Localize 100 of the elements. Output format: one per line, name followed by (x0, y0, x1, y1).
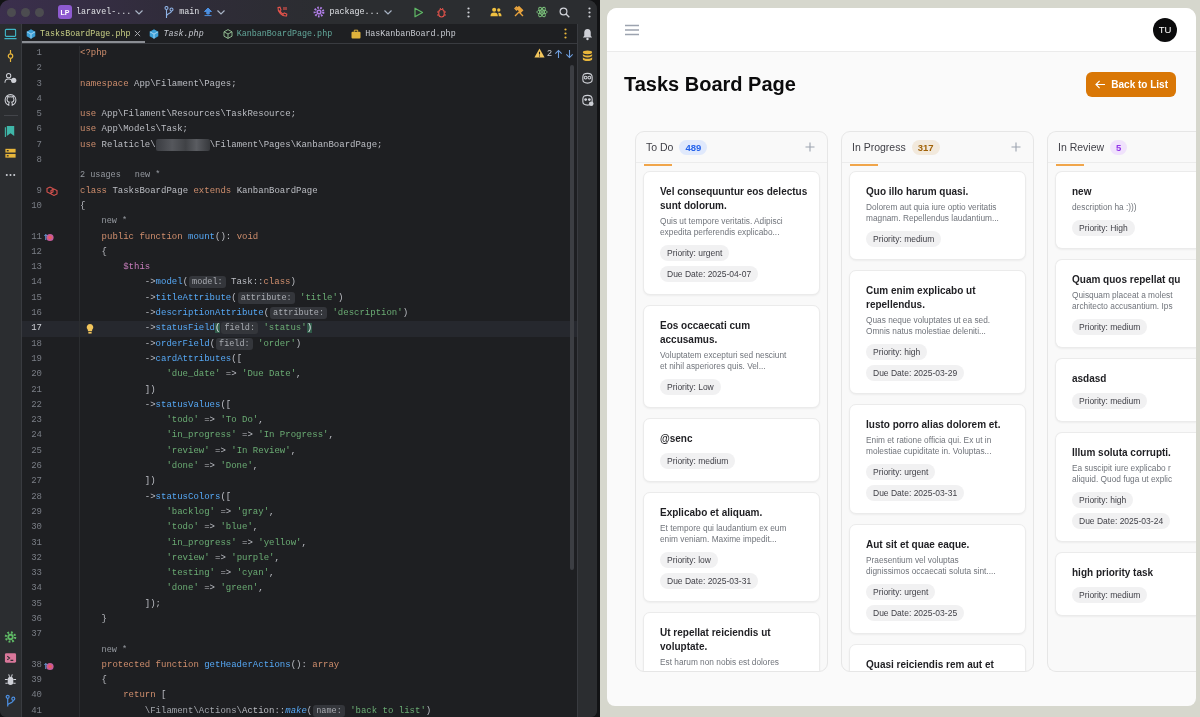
editor-tab[interactable]: KanbanBoardPage.php (218, 24, 348, 43)
caret-icon (383, 9, 392, 15)
phone-icon[interactable] (276, 6, 289, 18)
search-icon[interactable] (559, 6, 570, 18)
card-tag: Priority: medium (1072, 393, 1148, 409)
card-description: Ea suscipit iure explicabo r aliquid. Quod fuga ut explic (1072, 463, 1173, 485)
chain-icon[interactable] (46, 185, 58, 197)
editor-tab[interactable]: TasksBoardPage.php (22, 24, 146, 43)
task-card[interactable]: Quam quos repellat qu Quisquam placeat a molest architecto accusantium. Ips Priority: medium (1055, 259, 1196, 348)
database-icon[interactable] (581, 49, 594, 63)
branch-selector[interactable]: main (160, 2, 229, 22)
code-text: protected function getHeaderActions(): array (101, 658, 340, 672)
code-text: ->cardAttributes([ (144, 352, 243, 366)
more-icon[interactable] (564, 28, 567, 39)
task-card[interactable]: Illum soluta corrupti. Ea suscipit iure explicabo r aliquid. Quod fuga ut explic Priority: high Due Date: 2025-03-24 (1055, 432, 1196, 542)
gear-icon[interactable] (4, 629, 17, 644)
bookmark-icon[interactable] (4, 124, 17, 138)
card-description: Voluptatem excepturi sed nesciunt et nihil asperiores quis. Vel... (660, 350, 787, 372)
terminal-icon[interactable] (4, 651, 17, 665)
run-icon[interactable] (412, 6, 424, 18)
line-number: 18 (30, 337, 42, 351)
line-number: 38 (30, 658, 42, 672)
task-card[interactable]: Quasi reiciendis rem aut et (849, 644, 1026, 671)
line-number: 16 (30, 307, 42, 321)
editor-tab[interactable]: HasKanbanBoard.php (347, 24, 471, 43)
code-text: { (80, 199, 86, 213)
card-tag: Priority: high (1072, 492, 1134, 508)
card-tag: Due Date: 2025-03-29 (866, 365, 965, 381)
monitor-icon[interactable] (4, 27, 17, 41)
gear-icon (313, 6, 326, 18)
briefcase-icon (351, 28, 362, 39)
inlay-hint[interactable]: new * (134, 168, 161, 184)
line-number: 21 (30, 383, 42, 397)
inlay-hint[interactable]: 2 usages (80, 168, 121, 184)
line-number: 28 (30, 490, 42, 504)
task-card[interactable]: Ut repellat reiciendis ut voluptate. Est harum non nobis est dolores (643, 612, 820, 671)
editor-tab[interactable]: Task.php (145, 24, 219, 43)
column-title: In Progress (852, 141, 906, 153)
code-text: use App\Filament\Resources\TaskResource; (80, 108, 297, 122)
arrow-up-icon[interactable] (554, 49, 563, 59)
task-card[interactable]: Quo illo harum quasi. Dolorem aut quia iure optio veritatis magnam. Repellendus laudantium... Priority: medium (849, 171, 1026, 260)
task-card[interactable]: Cum enim explicabo ut repellendus. Quas neque voluptates ut ea sed. Omnis natus molestiae deleniti... Priority: high Due Date: 2025-03-29 (849, 270, 1026, 394)
task-card[interactable]: Iusto porro alias dolorem et. Enim et ratione officia qui. Ex ut in molestiae cupiditate in. Voluptas... Priority: urgent Due Date: 2025-03-31 (849, 404, 1026, 514)
caret-icon (135, 9, 144, 15)
more-icon[interactable] (588, 6, 591, 18)
task-card[interactable]: @senc Priority: medium (643, 418, 820, 482)
line-number: 34 (30, 582, 42, 596)
code-text: 'testing' => 'cyan', (166, 567, 275, 581)
line-number: 12 (30, 245, 42, 259)
line-number: 10 (30, 199, 42, 213)
line-number: 37 (30, 628, 42, 642)
task-card[interactable]: Eos occaecati cum accusamus. Voluptatem excepturi sed nesciunt et nihil asperiores quis. Vel... Priority: Low (643, 305, 820, 408)
hammer-icon[interactable] (513, 6, 525, 18)
robot-icon[interactable] (581, 71, 594, 85)
inlay-hint[interactable]: new * (101, 642, 128, 658)
more-icon[interactable] (466, 6, 470, 18)
card-description: Quas neque voluptates ut ea sed. Omnis natus molestiae deleniti... (866, 315, 991, 337)
task-card[interactable]: Vel consequuntur eos delectus sunt dolorum. Quis ut tempore veritatis. Adipisci expedita perferendis explicabo... Priority: urgent Due Date: 2025-04-07 (643, 171, 820, 295)
card-title: @senc (660, 432, 693, 446)
line-number: 8 (35, 154, 42, 168)
card-tag: Due Date: 2025-03-25 (866, 605, 965, 621)
card-description: Et tempore qui laudantium ex eum enim veniam. Maxime impedit... (660, 523, 787, 545)
inlay-hint[interactable]: new * (101, 214, 128, 230)
robot-icon[interactable] (581, 93, 594, 107)
accent-bar (644, 164, 672, 166)
line-number: 26 (30, 460, 42, 473)
list-icon[interactable] (4, 146, 17, 160)
line-number: 3 (35, 77, 42, 91)
card-description: Quisquam placeat a molest architecto accusantium. Ips (1072, 290, 1173, 312)
bug-icon[interactable] (4, 672, 17, 687)
task-card[interactable]: high priority task Priority: medium (1055, 552, 1196, 616)
avatar[interactable]: TU (1153, 17, 1177, 42)
close-icon[interactable] (134, 30, 142, 37)
card-title: Explicabo et aliquam. (660, 506, 763, 520)
code-text: <?php (80, 47, 107, 60)
line-number: 9 (35, 184, 42, 198)
code-text: ->descriptionAttribute( attribute: 'description') (144, 306, 409, 322)
task-card[interactable]: Explicabo et aliquam. Et tempore qui laudantium ex eum enim veniam. Maxime impedit... Priority: low Due Date: 2025-03-31 (643, 492, 820, 602)
cat-face-icon[interactable] (4, 93, 17, 107)
code-text: \Filament\Pages\KanbanBoardPage; (209, 138, 383, 152)
branch-icon[interactable] (4, 694, 17, 708)
card-title: high priority task (1072, 566, 1154, 580)
code-text: 'review' => 'In Review', (166, 444, 297, 458)
code-text: \Filament\Actions\Action::make( name: 'back to list') (144, 703, 432, 717)
lightbulb-icon[interactable] (85, 323, 95, 335)
task-card[interactable]: Aut sit et quae eaque. Praesentium vel voluptas dignissimos occaecati soluta sint.... Priority: urgent Due Date: 2025-03-25 (849, 524, 1026, 634)
user-icon[interactable] (4, 71, 17, 85)
task-card[interactable]: asdasd Priority: medium (1055, 358, 1196, 422)
arrow-down-icon[interactable] (565, 49, 574, 59)
warnings-button[interactable]: 2 (534, 48, 552, 58)
atom-icon[interactable] (536, 6, 548, 18)
run-configuration-selector[interactable]: package... (310, 2, 395, 22)
redacted-block (155, 139, 210, 152)
line-number: 6 (35, 123, 42, 137)
task-card[interactable]: new description ha :))) Priority: High (1055, 171, 1196, 249)
bell-icon[interactable] (581, 27, 594, 41)
scrollbar[interactable] (570, 65, 574, 570)
users-icon[interactable] (490, 6, 502, 18)
line-number: 30 (30, 521, 42, 535)
code-text: 'done' => 'Done', (166, 460, 259, 473)
